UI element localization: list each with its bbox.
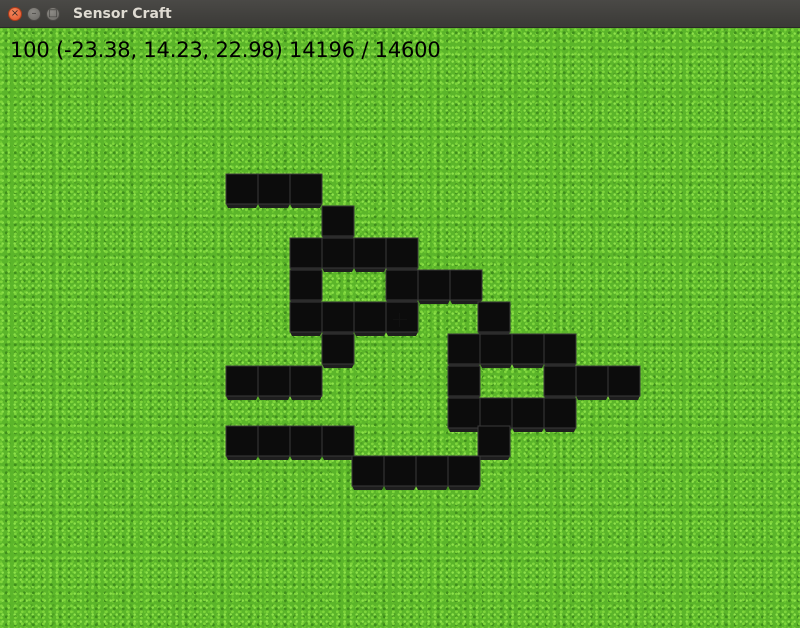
black-block[interactable] <box>447 365 481 400</box>
window-titlebar[interactable]: × – □ Sensor Craft <box>0 0 800 28</box>
black-block[interactable] <box>383 455 417 490</box>
black-block[interactable] <box>543 333 577 368</box>
black-block[interactable] <box>257 173 291 208</box>
black-block[interactable] <box>353 237 387 272</box>
black-block[interactable] <box>321 425 355 460</box>
black-block[interactable] <box>321 205 355 240</box>
black-block[interactable] <box>321 237 355 272</box>
black-block[interactable] <box>385 269 419 304</box>
crosshair-icon <box>393 313 407 327</box>
black-block[interactable] <box>289 237 323 272</box>
block-structure[interactable] <box>0 28 800 628</box>
window-title: Sensor Craft <box>73 6 172 22</box>
black-block[interactable] <box>417 269 451 304</box>
close-button[interactable]: × <box>8 7 22 21</box>
black-block[interactable] <box>449 269 483 304</box>
black-block[interactable] <box>289 173 323 208</box>
black-block[interactable] <box>257 365 291 400</box>
black-block[interactable] <box>479 333 513 368</box>
black-block[interactable] <box>607 365 641 400</box>
black-block[interactable] <box>447 333 481 368</box>
black-block[interactable] <box>225 173 259 208</box>
black-block[interactable] <box>575 365 609 400</box>
black-block[interactable] <box>415 455 449 490</box>
black-block[interactable] <box>321 333 355 368</box>
black-block[interactable] <box>511 333 545 368</box>
black-block[interactable] <box>289 425 323 460</box>
maximize-icon: □ <box>48 8 58 19</box>
black-block[interactable] <box>477 301 511 336</box>
black-block[interactable] <box>289 365 323 400</box>
black-block[interactable] <box>351 455 385 490</box>
black-block[interactable] <box>477 425 511 460</box>
game-window: × – □ Sensor Craft 100 (-23.38, 14.23, 2… <box>0 0 800 628</box>
close-icon: × <box>10 8 20 19</box>
black-block[interactable] <box>225 425 259 460</box>
minimize-icon: – <box>31 8 37 19</box>
maximize-button[interactable]: □ <box>46 7 60 21</box>
black-block[interactable] <box>321 301 355 336</box>
black-block[interactable] <box>543 397 577 432</box>
minimize-button[interactable]: – <box>27 7 41 21</box>
black-block[interactable] <box>289 301 323 336</box>
black-block[interactable] <box>511 397 545 432</box>
black-block[interactable] <box>447 397 481 432</box>
hud-status: 100 (-23.38, 14.23, 22.98) 14196 / 14600 <box>10 38 441 62</box>
black-block[interactable] <box>543 365 577 400</box>
game-viewport[interactable]: 100 (-23.38, 14.23, 22.98) 14196 / 14600 <box>0 28 800 628</box>
black-block[interactable] <box>353 301 387 336</box>
black-block[interactable] <box>385 237 419 272</box>
black-block[interactable] <box>289 269 323 304</box>
black-block[interactable] <box>225 365 259 400</box>
black-block[interactable] <box>257 425 291 460</box>
black-block[interactable] <box>447 455 481 490</box>
